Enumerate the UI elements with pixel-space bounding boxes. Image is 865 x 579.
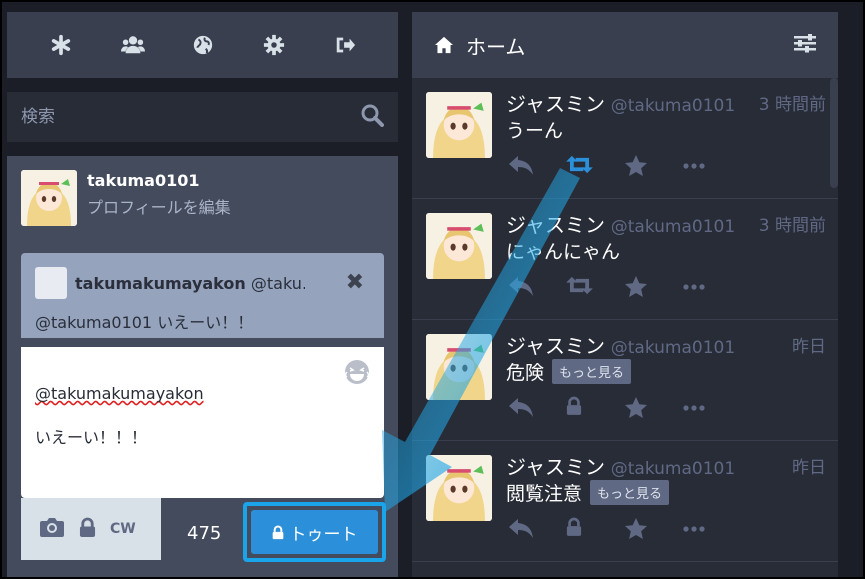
more-options-button[interactable]	[682, 154, 706, 178]
favourite-button[interactable]	[624, 275, 648, 299]
reply-display-name: takumakumayakon	[75, 273, 246, 293]
favourite-button[interactable]	[624, 517, 648, 541]
boost-button[interactable]	[566, 517, 590, 541]
compose-textarea[interactable]: @takumakumayakon いえーい！！！	[21, 347, 384, 498]
status-timestamp[interactable]: 昨日	[792, 453, 826, 478]
profile-username[interactable]: takuma0101	[87, 171, 231, 190]
close-icon[interactable]: ✖	[346, 270, 364, 295]
compose-column: takuma0101 プロフィールを編集 takumakumayakon @ta…	[7, 12, 398, 579]
favourite-button[interactable]	[624, 154, 648, 178]
reply-text: @takuma0101 いえーい！！	[35, 313, 254, 332]
star-icon	[625, 155, 647, 176]
home-icon	[435, 36, 453, 54]
settings-sliders-icon[interactable]	[794, 33, 816, 57]
boost-icon	[566, 276, 593, 295]
avatar[interactable]	[426, 92, 492, 158]
camera-icon[interactable]	[39, 516, 65, 542]
column-title[interactable]: ホーム	[466, 31, 525, 60]
reply-button[interactable]	[508, 396, 533, 420]
status-display-name[interactable]: ジャスミン	[506, 213, 605, 237]
avatar[interactable]	[21, 170, 77, 226]
reply-indicator: takumakumayakon @taku… ✖ @takuma0101 いえー…	[21, 253, 384, 338]
lock-icon	[566, 517, 582, 536]
navigation-bar-profile: takuma0101 プロフィールを編集	[21, 170, 231, 226]
status-acct[interactable]: @takuma0101	[611, 96, 735, 116]
status[interactable]: ジャスミン @takuma0101 昨日 閲覧注意 もっと見る	[412, 441, 838, 562]
status-list: ジャスミン @takuma0101 3 時間前 うーん ジャスミン @takum…	[412, 78, 838, 562]
column-header: ホーム	[412, 12, 838, 78]
status-display-name[interactable]: ジャスミン	[506, 334, 605, 358]
reply-button[interactable]	[508, 275, 533, 299]
emoji-picker-icon[interactable]	[344, 359, 370, 385]
reply-acct: @taku…	[250, 273, 305, 293]
compose-form: takuma0101 プロフィールを編集 takumakumayakon @ta…	[7, 156, 398, 579]
ellipsis-icon	[683, 163, 705, 169]
reply-icon	[509, 277, 533, 296]
globe-icon[interactable]	[192, 34, 214, 56]
status-acct[interactable]: @takuma0101	[611, 459, 735, 479]
status-content: うーん	[506, 120, 564, 142]
edit-profile-link[interactable]: プロフィールを編集	[87, 194, 231, 218]
ellipsis-icon	[683, 284, 705, 290]
ellipsis-icon	[683, 405, 705, 411]
boost-button[interactable]	[566, 275, 593, 299]
status-timestamp[interactable]: 昨日	[792, 332, 826, 357]
users-icon[interactable]	[120, 34, 145, 56]
lock-icon	[272, 525, 283, 539]
toot-button[interactable]: トゥート	[251, 510, 378, 554]
asterisk-icon[interactable]	[50, 34, 72, 56]
gear-icon[interactable]	[263, 34, 285, 56]
avatar[interactable]	[426, 455, 492, 521]
show-more-button[interactable]: もっと見る	[590, 480, 670, 505]
scrollbar[interactable]	[830, 78, 838, 188]
ellipsis-icon	[683, 526, 705, 532]
lock-icon[interactable]	[79, 517, 96, 542]
show-more-button[interactable]: もっと見る	[552, 359, 632, 384]
reply-icon	[509, 519, 533, 538]
status[interactable]: ジャスミン @takuma0101 昨日 危険 もっと見る	[412, 320, 838, 441]
star-icon	[625, 518, 647, 539]
avatar[interactable]	[426, 213, 492, 279]
status-content: にゃんにゃん	[506, 241, 621, 263]
boost-button[interactable]	[566, 396, 590, 420]
more-options-button[interactable]	[682, 275, 706, 299]
lock-icon	[566, 396, 582, 415]
reply-icon	[509, 156, 533, 175]
reply-icon	[509, 398, 533, 417]
boost-button[interactable]	[566, 154, 593, 178]
compose-body: いえーい！！！	[35, 428, 148, 447]
reply-button[interactable]	[508, 517, 533, 541]
boost-icon	[566, 155, 593, 174]
cw-button[interactable]: CW	[110, 521, 136, 537]
home-column: ホーム ジャスミン @takuma0101 3 時間前 うーん ジャスミン @t…	[412, 12, 838, 579]
character-counter: 475	[187, 523, 222, 544]
drawer-nav	[7, 12, 398, 78]
status[interactable]: ジャスミン @takuma0101 3 時間前 にゃんにゃん	[412, 199, 838, 320]
status-timestamp[interactable]: 3 時間前	[759, 211, 826, 236]
status-acct[interactable]: @takuma0101	[611, 217, 735, 237]
search-bar	[7, 92, 398, 142]
avatar[interactable]	[426, 334, 492, 400]
compose-mention: @takumakumayakon	[35, 384, 204, 403]
more-options-button[interactable]	[682, 396, 706, 420]
sign-out-icon[interactable]	[334, 34, 356, 56]
status-acct[interactable]: @takuma0101	[611, 338, 735, 358]
status-timestamp[interactable]: 3 時間前	[759, 90, 826, 115]
star-icon	[625, 397, 647, 418]
favourite-button[interactable]	[624, 396, 648, 420]
more-options-button[interactable]	[682, 517, 706, 541]
star-icon	[625, 276, 647, 297]
status-content: 危険	[506, 362, 545, 384]
status-display-name[interactable]: ジャスミン	[506, 92, 605, 116]
status-display-name[interactable]: ジャスミン	[506, 455, 605, 479]
toot-button-label: トゥート	[289, 524, 358, 545]
status-content: 閲覧注意	[506, 483, 583, 505]
reply-button[interactable]	[508, 154, 533, 178]
search-icon[interactable]	[360, 103, 384, 131]
compose-options: CW	[21, 498, 161, 560]
reply-avatar	[35, 267, 67, 299]
status[interactable]: ジャスミン @takuma0101 3 時間前 うーん	[412, 78, 838, 199]
search-input[interactable]	[21, 107, 321, 127]
